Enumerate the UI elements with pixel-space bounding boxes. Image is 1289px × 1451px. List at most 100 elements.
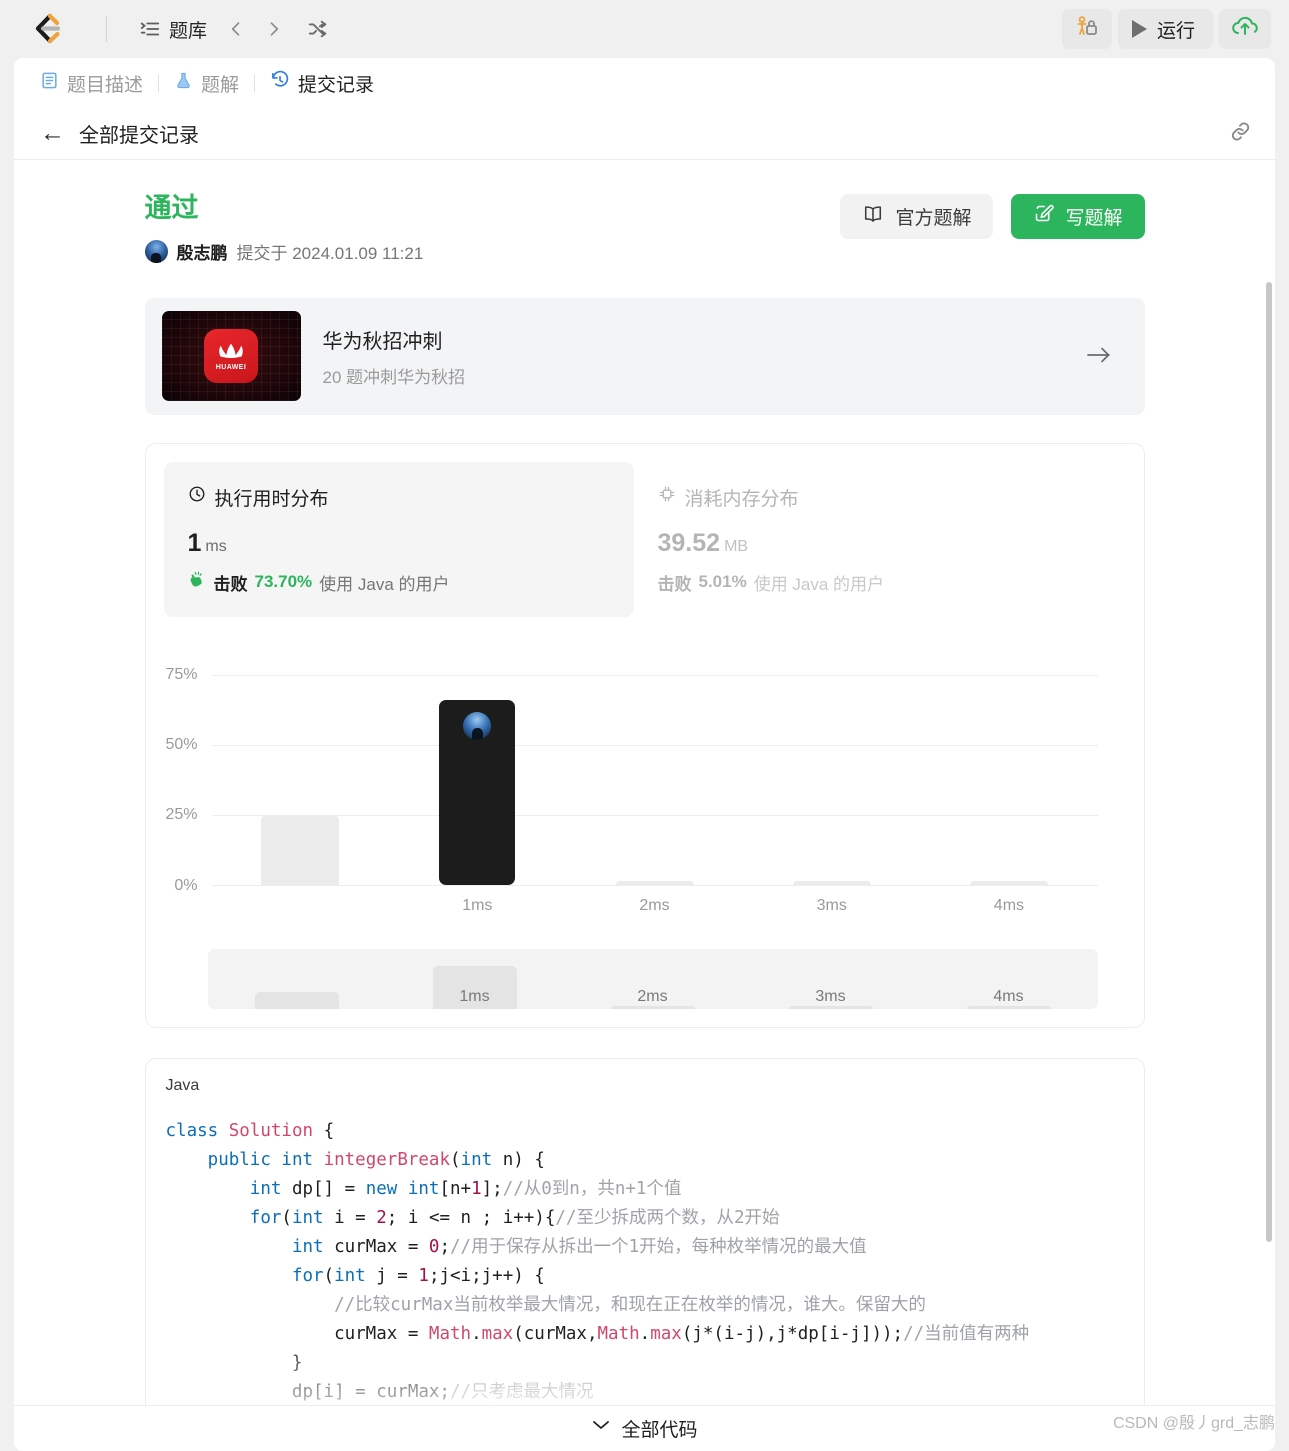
memory-value-row: 39.52 MB	[658, 529, 1080, 558]
x-axis-tick-label: 4ms	[993, 896, 1025, 914]
tab-submissions[interactable]: 提交记录	[262, 66, 382, 101]
document-icon	[40, 71, 59, 96]
watermark: CSDN @殷丿grd_志鹏	[1112, 1415, 1275, 1432]
brush-bar-slot[interactable]	[208, 949, 386, 1009]
submitter-row: 殷志鹏 提交于 2024.01.09 11:21	[144, 239, 424, 264]
run-label: 运行	[1156, 20, 1195, 42]
page-title: 全部提交记录	[79, 125, 199, 147]
arrow-right-icon[interactable]	[1085, 341, 1113, 372]
leetcode-logo[interactable]	[28, 10, 66, 48]
brush-tick-label: 1ms	[459, 987, 490, 1005]
promo-title: 华为秋招冲刺	[322, 330, 443, 353]
runtime-beat-percent: 73.70%	[254, 572, 313, 592]
debug-button[interactable]	[1061, 9, 1112, 49]
topbar-nav: 题库	[131, 10, 335, 49]
submission-detail-scroll[interactable]: 通过 殷志鹏 提交于 2024.01.09 11:21 官方题解 写题解 HUA…	[14, 160, 1275, 1451]
list-icon	[139, 18, 161, 40]
x-axis-tick-label: 2ms	[639, 896, 670, 914]
prev-problem-button[interactable]	[219, 12, 253, 46]
promo-subtitle: 20 题冲刺华为秋招	[322, 367, 466, 387]
submission-status-row: 通过 殷志鹏 提交于 2024.01.09 11:21 官方题解 写题解	[144, 193, 1145, 264]
chart-plot: 0% 25% 50% 75%	[165, 661, 1098, 894]
topbar-actions: 运行	[1061, 9, 1271, 49]
submitter-name[interactable]: 殷志鹏	[177, 239, 228, 264]
official-solution-label: 官方题解	[895, 208, 972, 229]
tab-solutions[interactable]: 题解	[166, 66, 247, 101]
chart-bar[interactable]	[792, 880, 871, 885]
y-axis-tick-label: 25%	[165, 806, 198, 824]
tab-label: 题解	[201, 74, 240, 96]
debug-lock-icon	[1074, 14, 1100, 45]
expand-all-code-label: 全部代码	[621, 1420, 698, 1441]
tab-label: 提交记录	[298, 74, 375, 96]
chart-bar-slot[interactable]	[212, 661, 389, 885]
x-axis-tick-label: 3ms	[816, 896, 847, 914]
submission-status-block: 通过 殷志鹏 提交于 2024.01.09 11:21	[144, 193, 424, 264]
brush-bar-slot[interactable]: 1ms	[386, 949, 564, 1009]
shuffle-icon[interactable]	[301, 12, 335, 46]
write-solution-label: 写题解	[1065, 208, 1123, 229]
runtime-stat-head: 执行用时分布	[188, 484, 610, 511]
expand-all-code-button[interactable]: 全部代码	[14, 1405, 1275, 1451]
chart-x-axis-labels: 1ms 2ms 3ms 4ms	[212, 897, 1098, 915]
runtime-stat-tab[interactable]: 执行用时分布 1 ms 击败 73.70% 使用 Java 的用户	[163, 461, 634, 617]
runtime-beat-tail: 使用 Java 的用户	[319, 574, 450, 594]
memory-stat-tab[interactable]: 消耗内存分布 39.52 MB 击败 5.01% 使用 Java 的用户	[634, 462, 1104, 617]
x-axis-tick-label: 1ms	[462, 896, 493, 914]
chart-bar-slot[interactable]	[920, 661, 1097, 885]
vertical-scrollbar[interactable]	[1266, 282, 1272, 1242]
tab-separator	[254, 74, 256, 92]
brush-bar[interactable]	[966, 1005, 1051, 1009]
tab-bar: 题目描述 题解 提交记录	[14, 58, 1275, 108]
chart-bar[interactable]	[969, 880, 1048, 885]
chart-bar-slot[interactable]	[566, 661, 743, 885]
avatar[interactable]	[144, 239, 168, 263]
problem-list-button[interactable]: 题库	[131, 10, 215, 49]
huawei-wordmark: HUAWEI	[215, 363, 247, 371]
y-axis-tick-label: 0%	[174, 876, 198, 894]
official-solution-button[interactable]: 官方题解	[840, 194, 994, 239]
play-icon	[1131, 20, 1147, 38]
brush-tick-label: 4ms	[993, 987, 1024, 1005]
brush-bar-slot[interactable]: 2ms	[564, 949, 742, 1009]
link-icon[interactable]	[1228, 119, 1253, 149]
chart-bar-avatar	[463, 711, 492, 740]
chart-bar[interactable]	[261, 814, 340, 885]
chart-bar[interactable]	[615, 880, 694, 885]
problem-list-label: 题库	[169, 20, 208, 42]
submit-button[interactable]	[1219, 9, 1271, 49]
memory-unit: MB	[724, 537, 749, 555]
memory-beat-row: 击败 5.01% 使用 Java 的用户	[658, 570, 1080, 595]
solution-actions: 官方题解 写题解	[840, 194, 1145, 239]
arrow-left-icon[interactable]: ←	[40, 121, 65, 146]
run-button[interactable]: 运行	[1117, 9, 1213, 49]
status-badge: 通过	[144, 193, 199, 223]
tab-separator	[158, 74, 160, 92]
tab-problem-description[interactable]: 题目描述	[32, 66, 151, 101]
brush-bar-slot[interactable]: 4ms	[920, 949, 1098, 1009]
chart-brush-selector[interactable]: 1ms 2ms 3ms 4ms	[207, 948, 1098, 1009]
y-axis-tick-label: 50%	[165, 736, 198, 754]
chevrons-down-icon	[591, 1418, 611, 1440]
write-solution-button[interactable]: 写题解	[1011, 194, 1145, 239]
memory-value: 39.52	[657, 528, 721, 557]
pencil-square-icon	[1033, 203, 1055, 230]
brush-bar[interactable]	[788, 1005, 873, 1009]
brush-bar-slot[interactable]: 3ms	[742, 949, 920, 1009]
book-icon	[862, 204, 884, 230]
runtime-beat-label: 击败	[213, 574, 248, 594]
submissions-subheader: ← 全部提交记录	[14, 108, 1275, 160]
main-panel: 题目描述 题解 提交记录 ← 全部提交记录 通过 殷志鹏 提交于 2024.01…	[14, 58, 1275, 1451]
chart-bar-slot[interactable]	[389, 661, 566, 885]
next-problem-button[interactable]	[257, 12, 291, 46]
submitted-time: 提交于 2024.01.09 11:21	[236, 243, 424, 263]
code-block[interactable]: class Solution { public int integerBreak…	[146, 1117, 1144, 1451]
brush-bar[interactable]	[254, 992, 339, 1009]
promo-banner[interactable]: HUAWEI 华为秋招冲刺 20 题冲刺华为秋招	[144, 297, 1145, 415]
chart-bar[interactable]	[439, 699, 516, 885]
clock-icon	[188, 485, 206, 509]
memory-stat-head: 消耗内存分布	[658, 484, 1080, 511]
chart-bar-slot[interactable]	[743, 661, 920, 885]
brush-bar[interactable]	[610, 1005, 695, 1009]
topbar-divider	[106, 16, 107, 42]
